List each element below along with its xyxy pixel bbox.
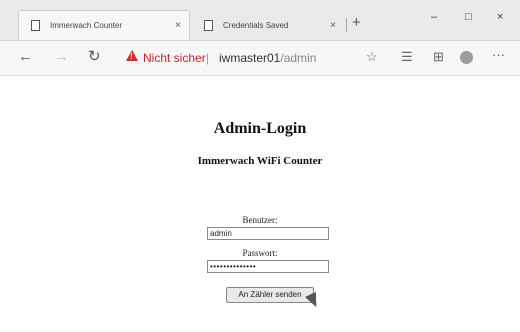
url-path: /admin xyxy=(280,51,317,65)
tab-title: Credentials Saved xyxy=(223,20,289,30)
favorite-star-icon[interactable]: ☆ xyxy=(366,49,378,65)
password-label: Passwort: xyxy=(242,248,278,258)
tab-divider xyxy=(346,18,347,32)
page-icon xyxy=(31,20,40,31)
favorites-icon[interactable]: ☰ xyxy=(401,49,413,65)
new-tab-button[interactable]: + xyxy=(352,14,361,32)
tab-close-icon[interactable]: × xyxy=(167,20,189,31)
page-subtitle: Immerwach WiFi Counter xyxy=(197,155,323,167)
tab-immerwach-counter[interactable]: Immerwach Counter × xyxy=(18,10,190,40)
page-content: Admin-Login Immerwach WiFi Counter Benut… xyxy=(0,76,520,332)
address-bar[interactable]: iwmaster01/admin xyxy=(219,51,316,65)
tab-strip: Immerwach Counter × Credentials Saved × … xyxy=(0,0,520,41)
address-separator: | xyxy=(206,51,210,65)
tab-credentials-saved[interactable]: Credentials Saved × xyxy=(192,10,344,40)
mouse-pointer-icon xyxy=(305,291,322,310)
browser-window: Immerwach Counter × Credentials Saved × … xyxy=(0,0,520,332)
back-button[interactable]: ← xyxy=(18,47,33,67)
collections-icon[interactable]: ⊞ xyxy=(433,49,444,65)
maximize-button[interactable]: □ xyxy=(465,10,472,24)
tab-close-icon[interactable]: × xyxy=(322,20,344,31)
url-host: iwmaster01 xyxy=(219,51,281,65)
username-label: Benutzer: xyxy=(242,215,278,225)
tab-title: Immerwach Counter xyxy=(50,21,123,30)
security-status[interactable]: Nicht sicher xyxy=(143,51,206,65)
forward-button[interactable]: → xyxy=(54,47,69,67)
browser-toolbar: ← → ↻ ! Nicht sicher | iwmaster01/admin … xyxy=(0,41,520,76)
page-icon xyxy=(204,19,213,31)
refresh-button[interactable]: ↻ xyxy=(88,47,101,67)
profile-avatar-icon[interactable] xyxy=(460,51,473,64)
warning-exclamation-icon: ! xyxy=(130,52,133,61)
submit-button[interactable]: An Zähler senden xyxy=(226,287,314,303)
page-title: Admin-Login xyxy=(213,120,307,137)
minimize-button[interactable]: – xyxy=(431,10,437,24)
close-window-button[interactable]: × xyxy=(497,10,503,24)
more-menu-icon[interactable]: ··· xyxy=(492,47,505,62)
username-field[interactable]: admin xyxy=(207,227,329,240)
password-field[interactable]: •••••••••••••• xyxy=(207,260,329,273)
